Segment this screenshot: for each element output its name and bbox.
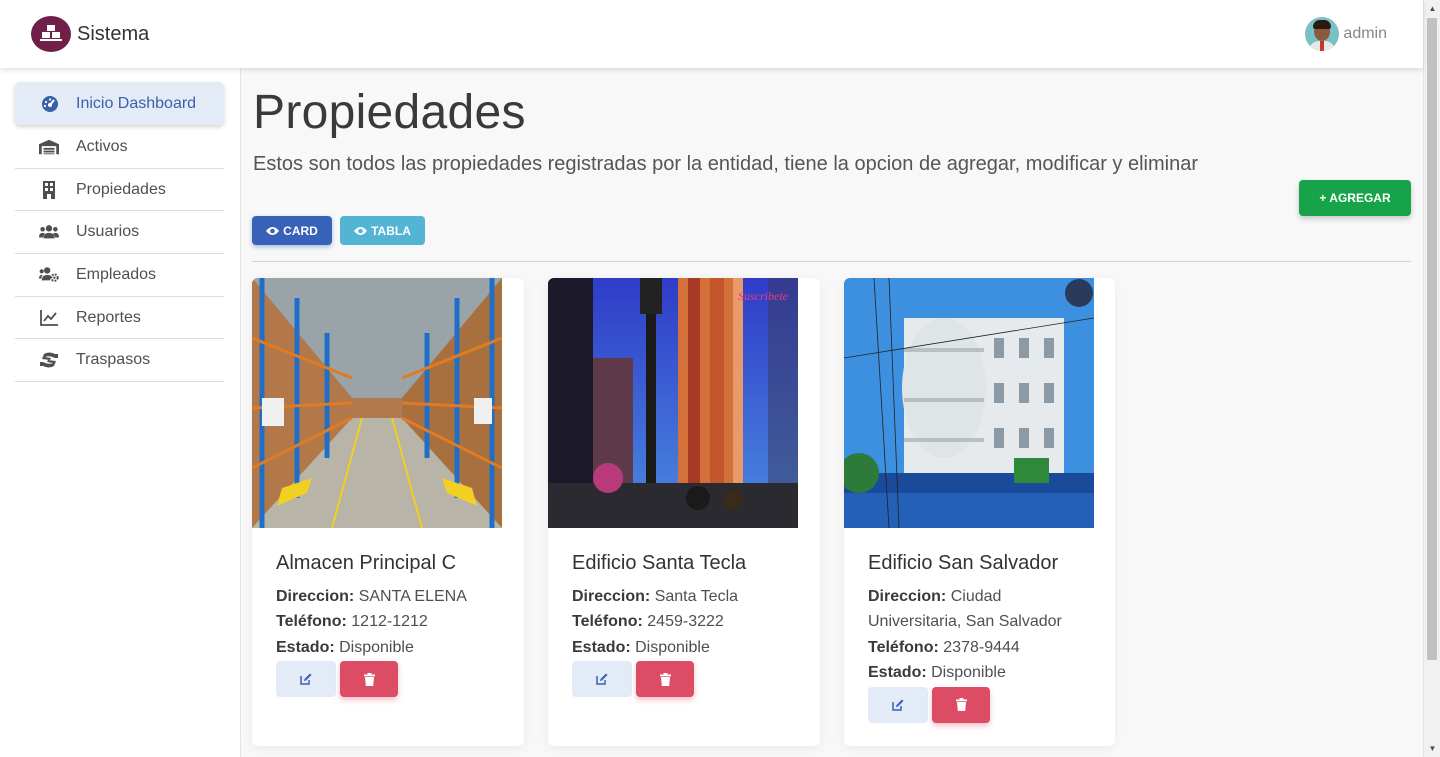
sidebar-item-traspasos[interactable]: Traspasos [15,339,224,383]
image-watermark: Suscribete [738,289,789,303]
property-name: Almacen Principal C [276,552,457,574]
add-button[interactable]: + AGREGAR [1299,180,1411,216]
edit-icon [596,673,608,685]
sidebar-item-usuarios[interactable]: Usuarios [15,211,224,255]
property-status: Estado: Disponible [572,638,710,656]
card-body: Edificio Santa Tecla Direccion: Santa Te… [572,552,802,698]
property-cards: Almacen Principal C Direccion: SANTA ELE… [252,278,1139,746]
property-status: Estado: Disponible [276,638,414,656]
card-actions [868,686,1098,723]
logo-icon [31,16,71,52]
sidebar-item-dashboard[interactable]: Inicio Dashboard [15,82,224,125]
view-card-button[interactable]: CARD [252,216,332,245]
property-name: Edificio Santa Tecla [572,552,747,574]
card-actions [276,661,506,698]
divider [252,261,1411,262]
user-name: admin [1343,25,1387,42]
chart-line-icon [39,308,59,328]
view-table-button[interactable]: TABLA [340,216,425,245]
brand[interactable]: Sistema [31,16,149,52]
sidebar-menu: Inicio Dashboard Activos Propiedades Usu… [15,82,224,383]
eye-icon [354,226,368,235]
sidebar-item-empleados[interactable]: Empleados [15,254,224,297]
delete-button[interactable] [932,686,990,723]
view-table-label: TABLA [371,223,411,238]
sidebar-item-label: Inicio Dashboard [76,94,197,112]
sidebar: Inicio Dashboard Activos Propiedades Usu… [0,68,241,757]
sidebar-item-label: Propiedades [76,180,166,198]
trash-icon [955,698,967,712]
page-title: Propiedades [253,86,526,139]
sidebar-item-label: Activos [76,137,128,155]
sidebar-item-label: Traspasos [76,351,151,369]
view-toggle: CARD TABLA [252,216,425,245]
sidebar-item-label: Reportes [76,308,141,326]
sidebar-item-reportes[interactable]: Reportes [15,297,224,340]
scroll-thumb[interactable] [1427,18,1437,660]
property-phone: Teléfono: 1212-1212 [276,613,428,631]
sidebar-item-activos[interactable]: Activos [15,126,224,169]
user-menu[interactable]: admin [1305,17,1387,51]
property-status: Estado: Disponible [868,664,1006,682]
property-address: Direccion: Ciudad Universitaria, San Sal… [868,588,1062,631]
scroll-down-icon[interactable]: ▼ [1424,740,1440,757]
sidebar-item-label: Empleados [76,265,157,283]
trash-icon [363,672,375,686]
property-card: Almacen Principal C Direccion: SANTA ELE… [252,278,524,746]
card-body: Almacen Principal C Direccion: SANTA ELE… [276,552,506,698]
sidebar-item-label: Usuarios [76,223,140,241]
property-address: Direccion: SANTA ELENA [276,588,467,605]
page-scrollbar[interactable]: ▲ ▼ [1423,0,1440,757]
scroll-up-icon[interactable]: ▲ [1424,0,1440,17]
property-phone: Teléfono: 2378-9444 [868,638,1020,656]
eye-icon [266,226,280,235]
users-icon [39,222,59,242]
edit-button[interactable] [868,686,928,723]
warehouse-icon [39,137,59,157]
top-navbar: Sistema admin [0,0,1423,68]
sidebar-item-propiedades[interactable]: Propiedades [15,169,224,212]
property-name: Edificio San Salvador [868,552,1059,574]
property-card: Edificio San Salvador Direccion: Ciudad … [844,278,1115,746]
property-phone: Teléfono: 2459-3222 [572,613,724,631]
card-actions [572,661,802,698]
gauge-icon [40,94,60,114]
delete-button[interactable] [636,661,694,698]
edit-icon [300,673,312,685]
page-description: Estos son todos las propiedades registra… [253,153,1198,175]
trash-icon [659,672,671,686]
edit-button[interactable] [572,661,632,698]
avatar [1305,17,1340,51]
property-image-warehouse [252,278,502,528]
edit-button[interactable] [276,661,336,698]
property-address: Direccion: Santa Tecla [572,588,739,605]
building-icon [39,180,59,200]
delete-button[interactable] [340,661,398,698]
hand-money-icon [39,350,59,370]
edit-icon [892,699,904,711]
property-image-building [844,278,1094,528]
property-image-tower: Suscribete [548,278,798,528]
brand-name: Sistema [77,22,150,45]
property-card: Suscribete Edificio Santa Tecla Direccio… [548,278,820,746]
users-gear-icon [39,265,59,285]
view-card-label: CARD [283,223,318,238]
card-body: Edificio San Salvador Direccion: Ciudad … [868,552,1098,723]
